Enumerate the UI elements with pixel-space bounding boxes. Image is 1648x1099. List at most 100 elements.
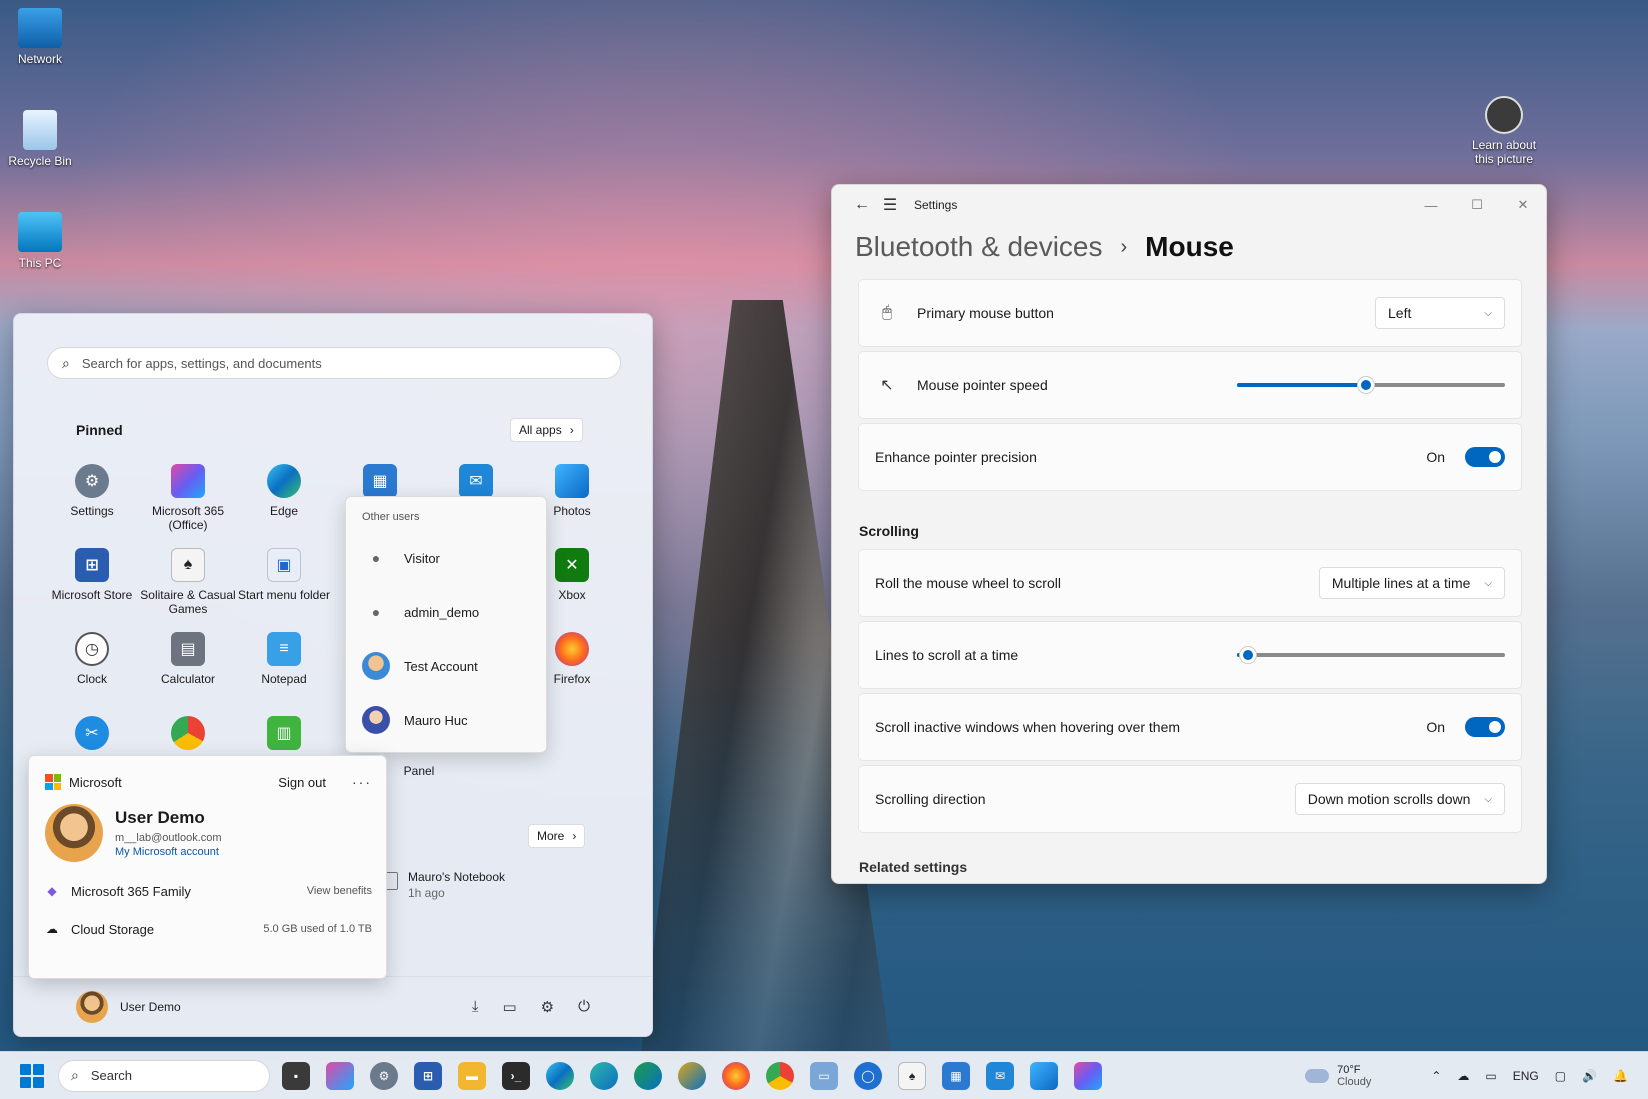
start-button[interactable] xyxy=(20,1063,44,1088)
app-label: Xbox xyxy=(558,588,586,602)
tips-icon[interactable]: ◯ xyxy=(854,1061,882,1090)
edge-beta-icon[interactable] xyxy=(590,1061,618,1090)
account-row-storage[interactable]: ☁ Cloud Storage 5.0 GB used of 1.0 TB xyxy=(29,910,386,948)
precision-toggle-group: On xyxy=(1426,447,1505,467)
my-account-link[interactable]: My Microsoft account xyxy=(115,846,222,858)
pointer-speed-slider[interactable] xyxy=(1237,376,1505,394)
mail-icon[interactable]: ✉ xyxy=(986,1061,1014,1090)
pinned-app-start-folder[interactable]: ▣ Start menu folder xyxy=(236,548,332,602)
file-explorer-icon[interactable]: ▬ xyxy=(458,1061,486,1090)
all-apps-button[interactable]: All apps › xyxy=(510,418,583,442)
user-item-visitor[interactable]: ● Visitor xyxy=(346,531,546,585)
app-label: Panel xyxy=(403,764,435,778)
download-icon[interactable]: ⤓ xyxy=(472,998,479,1016)
desktop-icon-this-pc[interactable]: This PC xyxy=(0,212,80,270)
desktop-icon-learn-picture[interactable]: Learn about this picture xyxy=(1462,96,1546,166)
pinned-app-clock[interactable]: ◷ Clock xyxy=(44,632,140,686)
weather-widget[interactable]: 70°F Cloudy xyxy=(1305,1064,1371,1088)
minimize-icon[interactable]: — xyxy=(1408,189,1454,221)
scroll-direction-select[interactable]: Down motion scrolls down ⌵ xyxy=(1294,783,1505,815)
pinned-app-panel[interactable]: Panel xyxy=(389,764,449,778)
edge-icon[interactable] xyxy=(546,1061,574,1090)
firefox-icon[interactable] xyxy=(722,1061,750,1090)
firefox-icon xyxy=(555,632,589,666)
window-title: Settings xyxy=(914,198,958,212)
notifications-icon[interactable]: 🔔 xyxy=(1613,1069,1628,1083)
sign-out-button[interactable]: Sign out xyxy=(278,775,326,790)
view-benefits-link[interactable]: View benefits xyxy=(307,885,372,897)
scroll-direction-value: Down motion scrolls down xyxy=(1307,791,1471,807)
edge-dev-icon[interactable] xyxy=(634,1061,662,1090)
pinned-app-snipping[interactable]: ✂ xyxy=(44,716,140,756)
power-icon[interactable]: ⏻ xyxy=(578,998,590,1016)
taskbar-search[interactable]: ⌕ Search xyxy=(58,1059,270,1092)
pinned-app-settings[interactable]: ⚙ Settings xyxy=(44,464,140,518)
pinned-app-chrome[interactable] xyxy=(140,716,236,756)
more-options-icon[interactable]: ··· xyxy=(352,774,372,790)
maximize-icon[interactable]: ☐ xyxy=(1454,189,1500,221)
slider-thumb[interactable] xyxy=(1239,646,1257,664)
pinned-app-m365[interactable]: Microsoft 365 (Office) xyxy=(140,464,236,532)
inactive-scroll-toggle-group: On xyxy=(1426,717,1505,737)
cursor-icon: ↖ xyxy=(880,377,894,394)
user-item-test-account[interactable]: Test Account xyxy=(346,639,546,693)
roll-wheel-select[interactable]: Multiple lines at a time ⌵ xyxy=(1318,567,1505,599)
pinned-app-calculator[interactable]: ▤ Calculator xyxy=(140,632,236,686)
hamburger-menu-icon[interactable]: ☰ xyxy=(876,191,904,219)
start-search-input[interactable]: ⌕ Search for apps, settings, and documen… xyxy=(47,347,621,379)
edge-canary-icon[interactable] xyxy=(678,1061,706,1090)
monitor-icon xyxy=(18,212,62,252)
pinned-app-edge[interactable]: Edge xyxy=(236,464,332,518)
pinned-app-solitaire[interactable]: ♠ Solitaire & Casual Games xyxy=(140,548,236,616)
account-email: m__lab@outlook.com xyxy=(115,832,222,844)
slider-thumb[interactable] xyxy=(1357,376,1375,394)
store-icon[interactable]: ⊞ xyxy=(414,1061,442,1090)
inactive-scroll-toggle[interactable] xyxy=(1465,717,1505,737)
app-label: Edge xyxy=(269,504,299,518)
terminal-icon[interactable]: ›_ xyxy=(502,1061,530,1090)
onedrive-icon[interactable]: ☁ xyxy=(1457,1069,1469,1083)
user-item-admin-demo[interactable]: ● admin_demo xyxy=(346,585,546,639)
desktop-icon-network[interactable]: Network xyxy=(0,8,80,66)
chrome-icon[interactable] xyxy=(766,1061,794,1090)
gear-icon[interactable]: ⚙ xyxy=(541,998,554,1016)
back-arrow-icon[interactable]: ← xyxy=(848,191,876,219)
account-card: Microsoft Sign out ··· User Demo m__lab@… xyxy=(28,755,387,979)
user-item-mauro-huc[interactable]: Mauro Huc xyxy=(346,693,546,747)
pointer-speed-label: Mouse pointer speed xyxy=(917,377,1048,393)
drive-icon[interactable]: ▭ xyxy=(1485,1069,1496,1083)
chevron-up-icon[interactable]: ⌃ xyxy=(1431,1069,1441,1083)
calendar-icon[interactable]: ▦ xyxy=(942,1061,970,1090)
folder-icon: ▣ xyxy=(267,548,301,582)
footer-user-name[interactable]: User Demo xyxy=(120,1000,181,1014)
precision-toggle[interactable] xyxy=(1465,447,1505,467)
gear-icon[interactable]: ⚙ xyxy=(370,1061,398,1090)
account-name: User Demo xyxy=(115,808,205,827)
volume-icon[interactable]: 🔊 xyxy=(1582,1069,1597,1083)
breadcrumb-parent[interactable]: Bluetooth & devices xyxy=(855,231,1103,263)
pinned-app-store[interactable]: ⊞ Microsoft Store xyxy=(44,548,140,602)
remote-desktop-icon[interactable]: ▭ xyxy=(810,1061,838,1090)
lines-scroll-slider[interactable] xyxy=(1237,646,1505,664)
pinned-app-notepad[interactable]: ≡ Notepad xyxy=(236,632,332,686)
photos-icon xyxy=(555,464,589,498)
more-button[interactable]: More › xyxy=(528,824,586,848)
cards-icon[interactable]: ♠ xyxy=(898,1061,926,1090)
app-label: Calculator xyxy=(160,672,216,686)
close-icon[interactable]: ✕ xyxy=(1500,189,1546,221)
primary-button-select[interactable]: Left ⌵ xyxy=(1375,297,1505,329)
desktop-icon-recycle-bin[interactable]: Recycle Bin xyxy=(0,110,80,168)
recommended-item[interactable]: Mauro's Notebook 1h ago xyxy=(384,870,505,900)
copilot-icon[interactable] xyxy=(326,1061,354,1090)
network-icon[interactable]: ▢ xyxy=(1555,1069,1566,1083)
file-explorer-icon[interactable]: ▭ xyxy=(502,998,516,1016)
pinned-app-dev-home[interactable]: ▥ xyxy=(236,716,332,756)
desktop-icon-label: Learn about this picture xyxy=(1471,138,1537,166)
cloud-icon: ☁ xyxy=(46,922,58,936)
avatar[interactable] xyxy=(76,990,108,1023)
microsoft-365-icon[interactable] xyxy=(1074,1061,1102,1090)
task-view-icon[interactable]: ▪ xyxy=(282,1061,310,1090)
account-row-m365[interactable]: ◆ Microsoft 365 Family View benefits xyxy=(29,872,386,910)
photos-icon[interactable] xyxy=(1030,1061,1058,1090)
language-indicator[interactable]: ENG xyxy=(1513,1069,1539,1083)
